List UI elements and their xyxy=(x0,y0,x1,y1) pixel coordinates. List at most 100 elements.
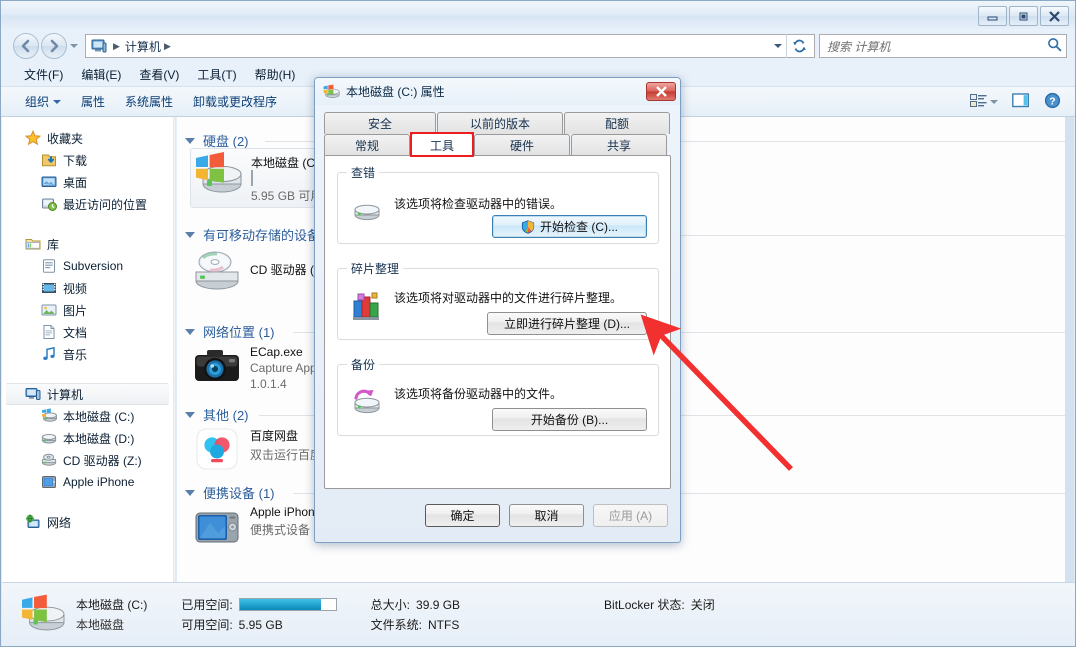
window-titlebar xyxy=(1,1,1075,29)
history-dropdown-button[interactable] xyxy=(67,33,81,59)
system-properties-button[interactable]: 系统属性 xyxy=(115,90,183,113)
help-button[interactable]: ? xyxy=(1040,90,1065,114)
content-group-header-network-locations[interactable]: 网络位置 (1) xyxy=(185,322,275,341)
tab-general[interactable]: 常规 xyxy=(324,134,410,156)
search-icon[interactable] xyxy=(1047,37,1062,55)
back-button[interactable] xyxy=(13,33,39,59)
sidebar-item-local-disk-d[interactable]: 本地磁盘 (D:) xyxy=(2,427,173,449)
status-col-space: 已用空间: 可用空间: 5.95 GB xyxy=(181,595,337,635)
uninstall-change-program-button[interactable]: 卸载或更改程序 xyxy=(183,90,287,113)
start-backup-label: 开始备份 (B)... xyxy=(530,413,609,427)
sidebar-item-desktop[interactable]: 桌面 xyxy=(2,171,173,193)
dialog-tabrow-1: 安全 以前的版本 配额 xyxy=(324,112,671,134)
sidebar-item-recent-places[interactable]: 最近访问的位置 xyxy=(2,193,173,215)
tab-previous-versions[interactable]: 以前的版本 xyxy=(437,112,563,134)
sidebar-item-subversion[interactable]: Subversion xyxy=(2,255,173,277)
videos-icon xyxy=(40,280,58,296)
status-used-label: 已用空间: xyxy=(181,598,233,612)
defragment-now-button[interactable]: 立即进行碎片整理 (D)... xyxy=(487,312,647,335)
sidebar-item-local-disk-c[interactable]: 本地磁盘 (C:) xyxy=(2,405,173,427)
menu-item-help[interactable]: 帮助(H) xyxy=(246,64,305,85)
group-backup: 备份 该选项将备份驱动器中的文件。 开始备份 (B)... xyxy=(337,356,659,436)
sidebar-item-videos[interactable]: 视频 xyxy=(2,277,173,299)
chevron-down-icon xyxy=(70,44,78,48)
refresh-button[interactable] xyxy=(786,34,812,58)
sidebar-item-favorites[interactable]: 收藏夹 xyxy=(2,127,173,149)
menu-item-tools[interactable]: 工具(T) xyxy=(188,64,245,85)
vertical-scrollbar[interactable] xyxy=(1065,117,1074,582)
minimize-button[interactable] xyxy=(978,6,1007,26)
content-group-label-network-locations: 网络位置 (1) xyxy=(203,325,275,340)
tab-hardware[interactable]: 硬件 xyxy=(474,134,570,156)
chevron-down-icon xyxy=(774,44,782,48)
menu-item-view[interactable]: 查看(V) xyxy=(130,64,188,85)
cancel-button[interactable]: 取消 xyxy=(509,503,584,527)
navigation-pane[interactable]: 收藏夹 下载 桌面 最近访问的位置 库 Subversion 视频 图片 文档 … xyxy=(2,117,173,582)
content-group-header-portable[interactable]: 便携设备 (1) xyxy=(185,483,275,502)
tab-quota[interactable]: 配额 xyxy=(564,112,670,134)
sidebar-item-network[interactable]: 网络 xyxy=(2,511,173,533)
group-defragmentation: 碎片整理 该选项将对驱动器中的文件进行碎片整理。 立即进行碎片整理 (D)... xyxy=(337,260,659,340)
preview-pane-button[interactable] xyxy=(1008,91,1034,113)
defragment-now-label: 立即进行碎片整理 (D)... xyxy=(504,317,630,331)
sidebar-label-network: 网络 xyxy=(47,515,72,530)
menu-item-file[interactable]: 文件(F) xyxy=(15,64,72,85)
maximize-button[interactable] xyxy=(1009,6,1038,26)
breadcrumb-item-computer[interactable]: 计算机 xyxy=(125,38,161,55)
status-col-total: 总大小: 39.9 GB 文件系统: NTFS xyxy=(371,595,460,635)
status-fs-label: 文件系统: xyxy=(370,618,423,632)
breadcrumb-separator-2[interactable]: ▶ xyxy=(164,41,171,52)
sidebar-item-computer[interactable]: 计算机 xyxy=(6,383,169,405)
ok-button[interactable]: 确定 xyxy=(425,503,500,527)
properties-button[interactable]: 属性 xyxy=(71,90,115,113)
dialog-tabrow-2: 常规 工具 硬件 共享 xyxy=(324,132,671,157)
breadcrumb-dropdown-button[interactable] xyxy=(774,44,786,48)
tab-security[interactable]: 安全 xyxy=(324,112,436,134)
dialog-tabpanel-tools: 查错 该选项将检查驱动器中的错误。 开始检查 (C)... 碎片整理 该选项将对… xyxy=(324,155,671,489)
status-bitlocker-value: 关闭 xyxy=(690,598,715,612)
dialog-titlebar: 本地磁盘 (C:) 属性 xyxy=(315,78,680,105)
status-total-value: 39.9 GB xyxy=(416,597,461,612)
sidebar-item-apple-iphone[interactable]: Apple iPhone xyxy=(2,471,173,493)
dialog-close-button[interactable] xyxy=(646,82,676,101)
content-group-label-others: 其他 (2) xyxy=(203,408,249,423)
system-drive-icon xyxy=(20,594,66,636)
sidebar-item-downloads[interactable]: 下载 xyxy=(2,149,173,171)
sidebar-label-local-disk-d: 本地磁盘 (D:) xyxy=(63,431,135,446)
content-group-header-others[interactable]: 其他 (2) xyxy=(185,405,249,424)
group-desc-backup: 该选项将备份驱动器中的文件。 xyxy=(394,387,563,401)
breadcrumb[interactable]: ▶ 计算机 ▶ xyxy=(85,34,815,58)
defrag-icon xyxy=(350,289,384,323)
documents-icon xyxy=(40,324,58,340)
iphone-icon xyxy=(193,503,241,551)
command-bar-right: ? xyxy=(966,90,1075,114)
pane-splitter[interactable] xyxy=(173,117,176,582)
sidebar-item-music[interactable]: 音乐 xyxy=(2,343,173,365)
status-capacity-bar xyxy=(238,598,337,611)
explorer-window: ▶ 计算机 ▶ 搜索 计算机 文件(F) 编辑(E) 查看(V) 工具(T) 帮… xyxy=(0,0,1076,647)
search-input[interactable]: 搜索 计算机 xyxy=(819,34,1067,58)
change-view-button[interactable] xyxy=(966,91,1002,113)
sidebar-label-music: 音乐 xyxy=(63,347,88,362)
organize-button[interactable]: 组织 xyxy=(15,90,71,113)
downloads-icon xyxy=(40,152,58,168)
tab-sharing[interactable]: 共享 xyxy=(571,134,667,156)
sidebar-item-libraries[interactable]: 库 xyxy=(2,233,173,255)
start-backup-button[interactable]: 开始备份 (B)... xyxy=(492,408,647,431)
forward-button[interactable] xyxy=(41,33,67,59)
group-label-defragmentation: 碎片整理 xyxy=(347,260,404,277)
start-check-button[interactable]: 开始检查 (C)... xyxy=(492,215,647,238)
tab-tools[interactable]: 工具 xyxy=(410,132,474,157)
close-button[interactable] xyxy=(1040,6,1069,26)
disk-properties-dialog[interactable]: 本地磁盘 (C:) 属性 安全 以前的版本 配额 常规 工具 硬件 共享 查错 … xyxy=(314,77,681,543)
window-controls xyxy=(978,6,1069,26)
nav-group-computer: 计算机 本地磁盘 (C:) 本地磁盘 (D:) CD 驱动器 (Z:) Appl… xyxy=(2,383,173,493)
sidebar-item-pictures[interactable]: 图片 xyxy=(2,299,173,321)
sidebar-item-documents[interactable]: 文档 xyxy=(2,321,173,343)
start-check-label: 开始检查 (C)... xyxy=(540,220,618,234)
sidebar-label-pictures: 图片 xyxy=(63,303,88,318)
menu-item-edit[interactable]: 编辑(E) xyxy=(72,64,130,85)
sidebar-item-cd-drive-z[interactable]: CD 驱动器 (Z:) xyxy=(2,449,173,471)
sidebar-label-cd-drive-z: CD 驱动器 (Z:) xyxy=(63,453,142,468)
nav-group-network: 网络 xyxy=(2,511,173,533)
